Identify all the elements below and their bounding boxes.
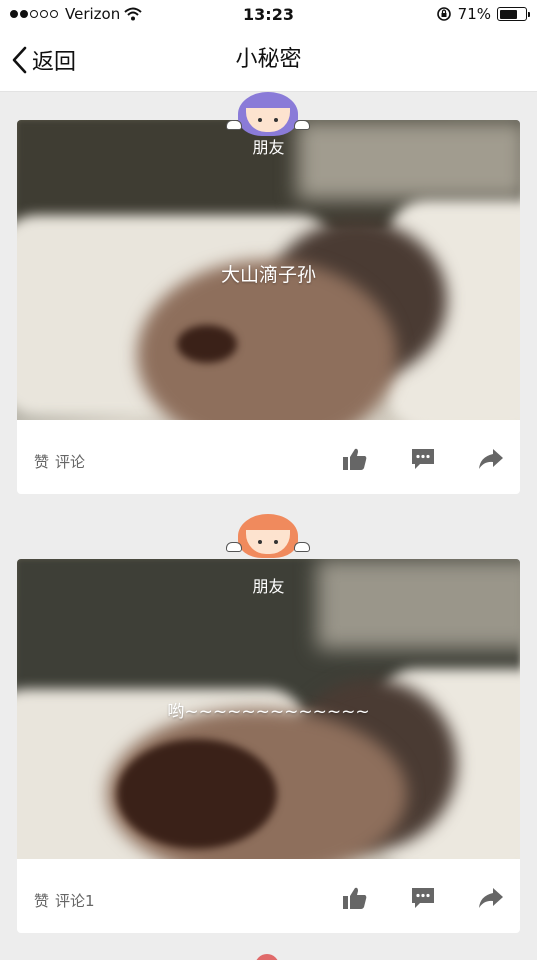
comment-icon: [412, 888, 434, 908]
rotation-lock-icon: [436, 7, 451, 21]
comment-button[interactable]: [408, 444, 438, 474]
battery-percent: 71%: [457, 5, 491, 23]
friend-avatar: [222, 92, 314, 138]
post-footer: 赞 评论: [17, 424, 520, 494]
post-card[interactable]: 朋友 大山滴子孙 赞 评论: [17, 120, 520, 494]
like-count-label[interactable]: 赞: [34, 451, 49, 472]
system-status: 71%: [436, 5, 530, 23]
avatar-hand-left: [226, 120, 242, 130]
thumbs-up-icon: [343, 448, 367, 470]
post-actions: [340, 883, 506, 913]
share-button[interactable]: [476, 883, 506, 913]
post-card[interactable]: 朋友 哟~~~~~~~~~~~~~ 赞 评论1: [17, 559, 520, 933]
friend-label: 朋友: [252, 577, 285, 596]
comment-icon: [412, 449, 434, 469]
share-button[interactable]: [476, 444, 506, 474]
nav-bar: 返回 小秘密: [0, 30, 537, 92]
comment-count-label[interactable]: 评论: [55, 451, 85, 472]
post-footer: 赞 评论1: [17, 863, 520, 933]
comment-button[interactable]: [408, 883, 438, 913]
avatar-hand-left: [226, 542, 242, 552]
avatar-hand-right: [294, 120, 310, 130]
post-caption: 哟~~~~~~~~~~~~~: [167, 702, 370, 722]
thumbs-up-icon: [343, 887, 367, 909]
share-icon: [479, 888, 503, 908]
next-post-avatar-peek: [255, 954, 279, 960]
like-button[interactable]: [340, 883, 370, 913]
share-icon: [479, 449, 503, 469]
friend-avatar: [222, 514, 314, 560]
battery-icon: [497, 7, 530, 21]
post-caption: 大山滴子孙: [220, 264, 316, 286]
status-bar: Verizon 13:23 71%: [0, 0, 537, 30]
like-count-label[interactable]: 赞: [34, 890, 49, 911]
page-title: 小秘密: [235, 47, 302, 72]
post-stats: 赞 评论1: [34, 890, 95, 911]
like-button[interactable]: [340, 444, 370, 474]
avatar-hand-right: [294, 542, 310, 552]
post-actions: [340, 444, 506, 474]
comment-count-label[interactable]: 评论1: [55, 890, 95, 911]
post-stats: 赞 评论: [34, 451, 85, 472]
battery-level: [499, 9, 518, 19]
